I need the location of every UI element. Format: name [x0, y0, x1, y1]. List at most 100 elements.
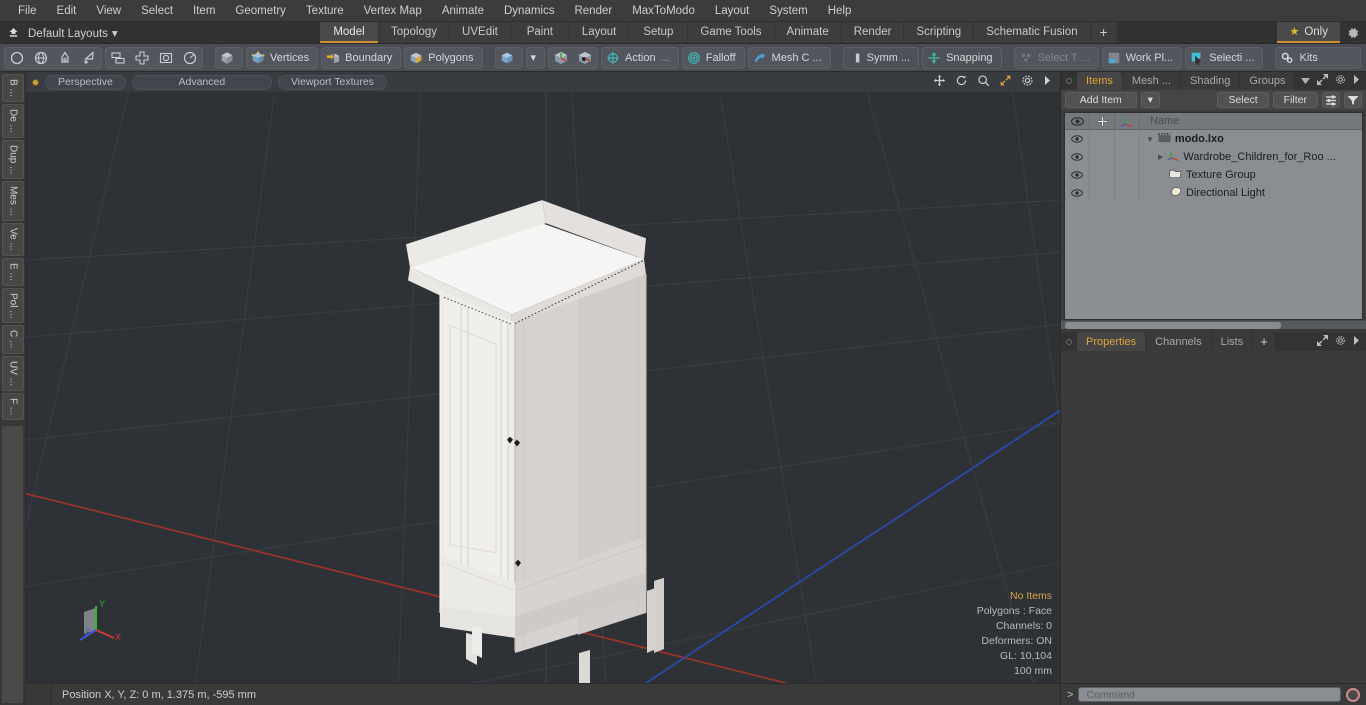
layout-tab-schematic-fusion[interactable]: Schematic Fusion [974, 22, 1090, 43]
polygons-mode-button[interactable]: Polygons [404, 46, 483, 69]
layout-tab-setup[interactable]: Setup [629, 22, 688, 43]
row-transform-cell[interactable] [1115, 166, 1140, 184]
viewport-shading-dropdown[interactable]: Advanced [131, 74, 272, 90]
menu-item-view[interactable]: View [86, 0, 131, 22]
viewport-more-arrow-icon[interactable] [1043, 75, 1052, 89]
list-options-icon[interactable] [1322, 92, 1340, 108]
item-tree-horizontal-scrollbar[interactable] [1061, 320, 1366, 329]
panel-more-arrow-icon-2[interactable] [1353, 335, 1360, 348]
gear-icon[interactable] [1340, 22, 1366, 43]
table-row[interactable]: Directional Light [1065, 184, 1362, 202]
mesh-constraint-button[interactable]: Mesh C ... [747, 46, 831, 69]
pen-tool-icon[interactable] [53, 47, 77, 69]
tab-caret-down-icon[interactable] [1301, 76, 1310, 87]
tab-items[interactable]: Items [1077, 72, 1122, 90]
work-plane-button[interactable]: Work Pl... [1101, 46, 1183, 69]
left-tab-uv[interactable]: UV ... [2, 355, 24, 391]
menu-item-maxtomodo[interactable]: MaxToModo [622, 0, 705, 22]
row-channel-cell[interactable] [1090, 130, 1115, 148]
falloff-button[interactable]: Falloff [681, 46, 745, 69]
tree-expander-icon[interactable]: ▶ [1158, 153, 1163, 161]
rotate-bbox-icon[interactable] [154, 47, 178, 69]
layout-tab-render[interactable]: Render [841, 22, 904, 43]
add-layout-tab-button[interactable]: + [1090, 22, 1117, 43]
tab-mesh[interactable]: Mesh ... [1122, 72, 1181, 90]
row-transform-cell[interactable] [1115, 148, 1140, 166]
viewport-settings-gear-icon[interactable] [1021, 74, 1034, 90]
filter-funnel-icon[interactable] [1344, 92, 1362, 108]
menu-item-layout[interactable]: Layout [705, 0, 760, 22]
axis-cube-b-icon[interactable] [573, 47, 597, 69]
properties-panel-body[interactable] [1061, 351, 1366, 683]
layout-tab-scripting[interactable]: Scripting [904, 22, 974, 43]
3d-viewport[interactable]: Y X Z No Items Polygons : Face Channels:… [26, 92, 1060, 683]
vertices-mode-button[interactable]: Vertices [246, 46, 319, 69]
row-eye-toggle[interactable] [1065, 148, 1090, 166]
tab-shading[interactable]: Shading [1181, 72, 1240, 90]
tab-properties[interactable]: Properties [1077, 332, 1146, 351]
menu-item-dynamics[interactable]: Dynamics [494, 0, 564, 22]
viewport-projection-dropdown[interactable]: Perspective [45, 74, 126, 90]
left-tab-deform[interactable]: De ... [2, 103, 24, 138]
fit-viewport-icon[interactable] [999, 74, 1012, 90]
boundary-mode-button[interactable]: Boundary [321, 46, 402, 69]
row-channel-cell[interactable] [1090, 166, 1115, 184]
tab-groups[interactable]: Groups [1240, 72, 1295, 90]
left-tab-polygon[interactable]: Pol ... [2, 287, 24, 324]
menu-item-texture[interactable]: Texture [296, 0, 354, 22]
only-toggle-button[interactable]: ★ Only [1277, 22, 1340, 43]
array-tool-icon[interactable] [106, 47, 130, 69]
item-row-texture-group[interactable]: Texture Group [1140, 168, 1362, 182]
rotate-tool-icon[interactable] [178, 47, 202, 69]
select-through-button[interactable]: Select T ... [1013, 46, 1099, 69]
circle-tool-icon[interactable] [5, 47, 29, 69]
menu-item-system[interactable]: System [759, 0, 817, 22]
left-tab-vertex[interactable]: Ve ... [2, 223, 24, 256]
panel-more-arrow-icon[interactable] [1353, 75, 1360, 87]
move-viewport-icon[interactable] [933, 74, 946, 90]
left-tab-basic[interactable]: B ... [2, 74, 24, 102]
command-input[interactable]: Command [1078, 687, 1341, 702]
item-row-wardrobe[interactable]: ▶ Wardrobe_Children_for_Roo ... [1140, 150, 1362, 164]
record-button-icon[interactable] [1346, 687, 1360, 702]
table-row[interactable]: Texture Group [1065, 166, 1362, 184]
left-tab-curve[interactable]: C ... [2, 325, 24, 354]
layout-tab-uvedit[interactable]: UVEdit [450, 22, 510, 43]
kits-button[interactable]: Kits [1275, 46, 1362, 69]
tree-expander-icon[interactable]: ▼ [1146, 135, 1154, 144]
globe-tool-icon[interactable] [29, 47, 53, 69]
expand-panel-icon[interactable] [1317, 74, 1328, 88]
menu-item-select[interactable]: Select [131, 0, 183, 22]
row-eye-toggle[interactable] [1065, 166, 1090, 184]
row-eye-toggle[interactable] [1065, 184, 1090, 202]
menu-item-vertex-map[interactable]: Vertex Map [354, 0, 432, 22]
menu-item-render[interactable]: Render [564, 0, 622, 22]
item-row-directional-light[interactable]: Directional Light [1140, 186, 1362, 200]
viewport-textures-dropdown[interactable]: Viewport Textures [277, 74, 387, 90]
row-channel-cell[interactable] [1090, 148, 1115, 166]
item-row-scene[interactable]: ▼ modo.lxo [1140, 132, 1362, 146]
add-item-button[interactable]: Add Item [1065, 92, 1137, 108]
zoom-viewport-icon[interactable] [977, 74, 990, 90]
table-row[interactable]: ▶ Wardrobe_Children_for_Roo ... [1065, 148, 1362, 166]
default-layouts-dropdown[interactable]: Default Layouts ▾ [28, 26, 118, 40]
panel-gear-icon-2[interactable] [1335, 335, 1346, 349]
left-tab-duplicate[interactable]: Dup ... [2, 139, 24, 180]
expand-panel-icon-2[interactable] [1317, 334, 1328, 349]
left-tab-mesh-edit[interactable]: Mes ... [2, 181, 24, 222]
select-button[interactable]: Select [1217, 92, 1269, 108]
row-channel-cell[interactable] [1090, 184, 1115, 202]
symmetry-button[interactable]: Symm ... [842, 46, 920, 69]
left-tab-edge[interactable]: E ... [2, 257, 24, 286]
layout-tab-topology[interactable]: Topology [379, 22, 450, 43]
tab-channels[interactable]: Channels [1146, 332, 1211, 351]
action-center-button[interactable]: Action ... [601, 46, 679, 69]
move-tool-icon[interactable] [130, 47, 154, 69]
scrollbar-thumb[interactable] [1065, 321, 1281, 329]
menu-item-edit[interactable]: Edit [47, 0, 87, 22]
selection-sets-button[interactable]: Selecti ... [1185, 46, 1264, 69]
layout-tab-game-tools[interactable]: Game Tools [688, 22, 774, 43]
snapping-button[interactable]: Snapping [922, 46, 1002, 69]
panel-gear-icon[interactable] [1335, 74, 1346, 88]
axis-cube-a-icon[interactable] [549, 47, 573, 69]
